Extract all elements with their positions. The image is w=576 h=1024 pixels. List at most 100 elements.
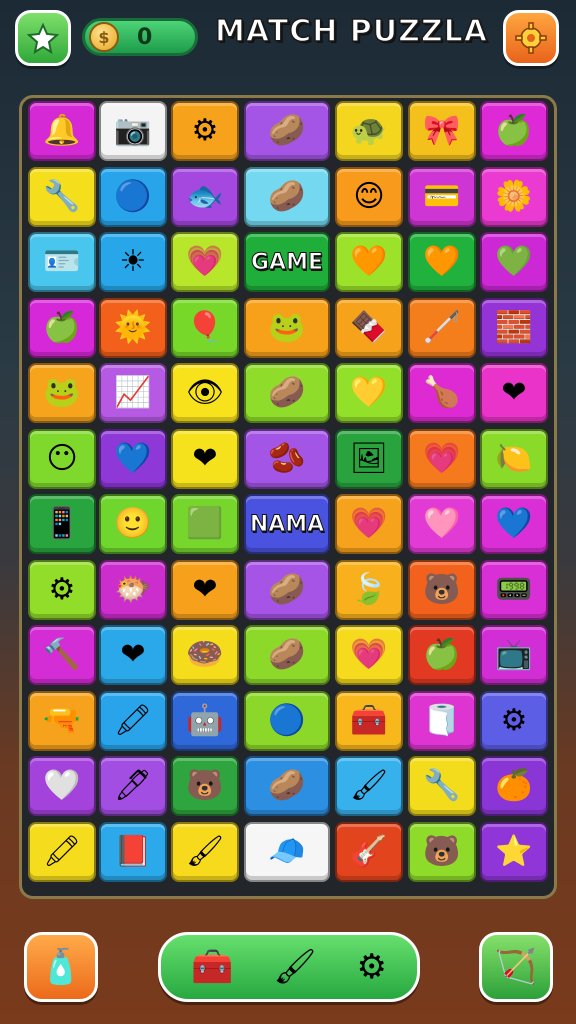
puzzle-tile[interactable]: 📷 [99,101,167,161]
puzzle-tile[interactable]: 🍊 [480,756,548,816]
puzzle-tile[interactable]: 🍋 [480,428,548,489]
puzzle-tile[interactable]: 📕 [99,821,167,882]
puzzle-tile[interactable]: 🦯 [408,297,476,358]
puzzle-tile[interactable]: 🖍 [28,821,96,882]
puzzle-tile[interactable]: 🍩 [171,625,239,685]
puzzle-tile[interactable]: 🥔 [244,101,330,161]
puzzle-tile[interactable]: 🎈 [171,297,239,358]
puzzle-tile[interactable]: 🍏 [28,297,96,358]
puzzle-tile[interactable]: 🥔 [244,756,330,816]
puzzle-tile[interactable]: 💚 [480,232,548,292]
puzzle-tile[interactable]: 🪪 [28,232,96,292]
puzzle-tile[interactable]: 😊 [335,166,403,227]
tile-icon: 💙 [495,506,533,541]
puzzle-tile[interactable]: 🔨 [28,625,96,685]
tile-icon: 🧡 [423,244,461,279]
puzzle-tile[interactable]: 🤖 [171,690,239,751]
settings-button[interactable] [503,10,559,66]
puzzle-tile[interactable]: 🥔 [244,625,330,685]
puzzle-tile[interactable]: 🧡 [335,232,403,292]
puzzle-tile[interactable]: 🙂 [99,494,167,554]
star-button[interactable] [15,10,71,66]
puzzle-tile[interactable]: 🧰 [335,690,403,751]
puzzle-tile[interactable]: 🔵 [244,690,330,751]
puzzle-tile[interactable]: ⭐ [480,821,548,882]
puzzle-tile[interactable]: 🐢 [335,101,403,161]
puzzle-tile[interactable]: 📱 [28,494,96,554]
puzzle-tile[interactable]: ❤ [99,625,167,685]
puzzle-tile[interactable]: 🌼 [480,166,548,227]
puzzle-tile[interactable]: 🔵 [99,166,167,227]
puzzle-tile[interactable]: 🖍 [99,690,167,751]
puzzle-tile[interactable]: ⚙ [28,559,96,620]
puzzle-tile[interactable]: 👁 [171,363,239,423]
puzzle-tile[interactable]: 🧡 [408,232,476,292]
tile-icon: 🍏 [43,309,81,345]
puzzle-tile[interactable]: 📺 [480,625,548,685]
puzzle-tile[interactable]: 🍏 [408,625,476,685]
puzzle-tile[interactable]: ❤ [171,428,239,489]
tile-icon: 🎸 [350,833,388,869]
toolbox-icon[interactable]: 🧰 [191,950,233,984]
puzzle-tile[interactable]: 📈 [99,363,167,423]
puzzle-tile[interactable]: 🤍 [28,756,96,816]
puzzle-tile[interactable]: 😶 [28,428,96,489]
puzzle-tile[interactable]: 🫘 [244,428,330,489]
puzzle-tile[interactable]: ⚙ [171,101,239,161]
tile-icon: 🐟 [186,178,224,214]
puzzle-tile[interactable]: 🐻 [408,559,476,620]
puzzle-tile[interactable]: 🧢 [244,821,330,882]
tile-icon: 📷 [114,113,152,148]
tile-icon: 🖌 [185,833,225,869]
tile-icon: 🔵 [268,702,306,738]
puzzle-tile[interactable]: 🔫 [28,690,96,751]
puzzle-tile[interactable]: 🐸 [244,297,330,358]
puzzle-tile[interactable]: 🎸 [335,821,403,882]
puzzle-tile[interactable]: ❤ [480,363,548,423]
puzzle-tile[interactable]: 🍫 [335,297,403,358]
puzzle-tile[interactable]: 💙 [99,428,167,489]
puzzle-tile[interactable]: 🖼 [335,428,403,489]
gear-tool-icon[interactable]: ⚙ [357,950,387,984]
puzzle-tile[interactable]: 🔔 [28,101,96,161]
puzzle-tile[interactable]: ❤ [171,559,239,620]
puzzle-tile[interactable]: 🐻 [408,821,476,882]
puzzle-tile[interactable]: 🌞 [99,297,167,358]
puzzle-tile[interactable]: 🍏 [480,101,548,161]
puzzle-tile[interactable]: 💳 [408,166,476,227]
puzzle-tile[interactable]: 🧱 [480,297,548,358]
puzzle-tile[interactable]: 🩷 [408,494,476,554]
puzzle-tile[interactable]: 🟩 [171,494,239,554]
left-tool-button[interactable]: 🧴 [24,932,98,1002]
puzzle-tile[interactable]: 🖌 [171,821,239,882]
puzzle-tile[interactable]: 🐸 [28,363,96,423]
puzzle-tile[interactable]: 📟 [480,559,548,620]
puzzle-tile[interactable]: 💗 [335,625,403,685]
puzzle-tile[interactable]: 🥔 [244,559,330,620]
puzzle-tile[interactable]: 🍗 [408,363,476,423]
puzzle-tile[interactable]: 🍃 [335,559,403,620]
puzzle-tile[interactable]: 🥔 [244,166,330,227]
puzzle-tile[interactable]: 💗 [408,428,476,489]
puzzle-tile[interactable]: 💙 [480,494,548,554]
puzzle-tile[interactable]: 🥔 [244,363,330,423]
puzzle-tile[interactable]: 🐟 [171,166,239,227]
puzzle-tile[interactable]: ⚙ [480,690,548,751]
brush-icon[interactable]: 🖌 [273,950,316,984]
puzzle-tile[interactable]: 🐻 [171,756,239,816]
puzzle-tile[interactable]: 💗 [171,232,239,292]
puzzle-tile[interactable]: 🐡 [99,559,167,620]
puzzle-tile[interactable]: 🖌 [335,756,403,816]
puzzle-tile[interactable]: 🔧 [28,166,96,227]
puzzle-tile[interactable]: 🖊 [99,756,167,816]
tile-icon: 💙 [114,440,152,476]
puzzle-tile[interactable]: 🔧 [408,756,476,816]
puzzle-tile[interactable]: 💛 [335,363,403,423]
tile-nama[interactable]: NAMA [244,494,330,554]
tile-game[interactable]: GAME [244,232,330,292]
puzzle-tile[interactable]: ☀ [99,232,167,292]
puzzle-tile[interactable]: 🎀 [408,101,476,161]
puzzle-tile[interactable]: 🧻 [408,690,476,751]
puzzle-tile[interactable]: 💗 [335,494,403,554]
right-tool-button[interactable]: 🏹 [479,932,553,1002]
